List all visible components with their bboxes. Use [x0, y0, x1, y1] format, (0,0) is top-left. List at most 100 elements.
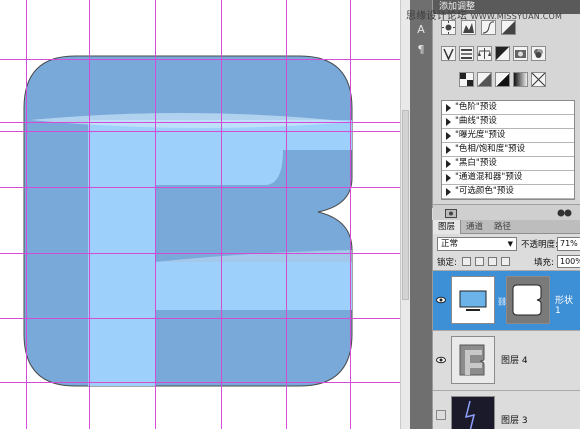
guide-horizontal[interactable]: [0, 253, 400, 254]
black-white-icon[interactable]: [495, 46, 510, 61]
expand-triangle-icon[interactable]: [446, 160, 451, 168]
brightness-icon[interactable]: [441, 20, 456, 35]
layer-thumbnail[interactable]: [451, 276, 495, 324]
lock-label: 锁定:: [437, 258, 457, 268]
expand-triangle-icon[interactable]: [446, 146, 451, 154]
selective-color-icon[interactable]: [531, 72, 546, 87]
shape-outer: [23, 55, 353, 387]
layer-name: 图层 3: [501, 416, 528, 426]
curves-icon[interactable]: [481, 20, 496, 35]
invert-icon[interactable]: [459, 72, 474, 87]
artwork: [23, 55, 353, 387]
layer-thumbnail[interactable]: [451, 396, 495, 429]
guide-vertical[interactable]: [89, 0, 90, 429]
panel-dock: A ¶: [410, 0, 432, 429]
lock-transparent-icon[interactable]: [462, 257, 471, 266]
adjustment-icons-row-1: [433, 20, 580, 38]
tab-channels[interactable]: 通道: [461, 220, 488, 234]
expand-triangle-icon[interactable]: [446, 104, 451, 112]
preset-selective-color[interactable]: "可选颜色"预设: [442, 185, 574, 199]
layer-row-shape-1[interactable]: ⛓ 形状 1: [433, 270, 580, 330]
guide-vertical[interactable]: [350, 0, 351, 429]
expand-triangle-icon[interactable]: [446, 118, 451, 126]
exposure-icon[interactable]: [501, 20, 516, 35]
preset-label: "可选颜色"预设: [455, 186, 514, 196]
guide-horizontal[interactable]: [0, 318, 400, 319]
guide-horizontal[interactable]: [0, 131, 400, 132]
adjustment-icons-row-3: [433, 72, 580, 90]
guide-vertical[interactable]: [221, 0, 222, 429]
channel-mixer-icon[interactable]: [531, 46, 546, 61]
canvas-scrollbar[interactable]: [400, 0, 410, 429]
visibility-eye-icon[interactable]: [436, 355, 446, 365]
vibrance-icon[interactable]: [441, 46, 456, 61]
preset-exposure[interactable]: "曝光度"预设: [442, 129, 574, 143]
preset-hue-saturation[interactable]: "色相/饱和度"预设: [442, 143, 574, 157]
preset-label: "通道混和器"预设: [455, 172, 523, 182]
preset-label: "黑白"预设: [455, 158, 497, 168]
lock-position-icon[interactable]: [488, 257, 497, 266]
preset-channel-mixer[interactable]: "通道混和器"预设: [442, 171, 574, 185]
gradient-map-icon[interactable]: [513, 72, 528, 87]
preset-black-white[interactable]: "黑白"预设: [442, 157, 574, 171]
right-panels: A ¶ 添加调整 "色阶"预设 "曲线"预设 "曝光度"预设 "色相/饱和度"预…: [410, 0, 580, 429]
fill-label: 填充:: [534, 258, 554, 268]
document-canvas[interactable]: [0, 0, 400, 429]
threshold-icon[interactable]: [495, 72, 510, 87]
guide-vertical[interactable]: [155, 0, 156, 429]
guide-vertical[interactable]: [286, 0, 287, 429]
layer-row-layer-4[interactable]: 图层 4: [433, 330, 580, 390]
clip-icon[interactable]: [557, 207, 573, 218]
mask-icon[interactable]: [445, 207, 457, 218]
expand-triangle-icon[interactable]: [446, 174, 451, 182]
tab-paths[interactable]: 路径: [489, 220, 516, 234]
visibility-eye-icon[interactable]: [436, 295, 446, 305]
scrollbar-thumb[interactable]: [402, 110, 409, 300]
vector-mask-thumbnail[interactable]: [506, 276, 550, 324]
preset-curves[interactable]: "曲线"预设: [442, 115, 574, 129]
chevron-down-icon: ▼: [507, 240, 513, 248]
adjustments-footer: [433, 204, 580, 220]
watermark-text: 思缘设计论坛: [406, 11, 468, 22]
expand-triangle-icon[interactable]: [446, 188, 451, 196]
adjustment-icons-row-2: [433, 46, 580, 64]
preset-label: "色阶"预设: [455, 102, 497, 112]
layers-panel: 图层 通道 路径 正常 ▼ 不透明度: 71% 锁定: 填充: 100%: [432, 220, 580, 429]
color-balance-icon[interactable]: [477, 46, 492, 61]
expand-triangle-icon[interactable]: [446, 132, 451, 140]
watermark: 思缘设计论坛 WWW.MISSYUAN.COM: [406, 7, 562, 22]
guide-horizontal[interactable]: [0, 59, 400, 60]
watermark-url: WWW.MISSYUAN.COM: [470, 12, 563, 21]
preset-levels[interactable]: "色阶"预设: [442, 101, 574, 115]
preset-label: "色相/饱和度"预设: [455, 144, 526, 154]
tab-layers[interactable]: 图层: [433, 220, 462, 234]
photo-filter-icon[interactable]: [513, 46, 528, 61]
guide-horizontal[interactable]: [0, 382, 400, 383]
opacity-label: 不透明度:: [521, 240, 558, 250]
guide-vertical[interactable]: [26, 0, 27, 429]
posterize-icon[interactable]: [477, 72, 492, 87]
fill-input[interactable]: 100%: [557, 255, 580, 268]
layer-thumbnail[interactable]: [451, 336, 495, 384]
blend-row: 正常 ▼ 不透明度: 71%: [437, 236, 580, 252]
layer-name: 图层 4: [501, 356, 528, 366]
layer-name: 形状 1: [555, 296, 574, 316]
preset-label: "曝光度"预设: [455, 130, 506, 140]
hue-saturation-icon[interactable]: [459, 46, 474, 61]
layers-tabs: 图层 通道 路径: [433, 220, 580, 234]
layer-row-layer-3[interactable]: 图层 3: [433, 390, 580, 429]
opacity-input[interactable]: 71%: [557, 237, 580, 251]
visibility-toggle-empty[interactable]: [436, 410, 446, 420]
adjustments-panel: 添加调整 "色阶"预设 "曲线"预设 "曝光度"预设 "色相/饱和度"预设 "黑…: [432, 0, 580, 220]
blend-mode-select[interactable]: 正常 ▼: [437, 237, 517, 251]
levels-icon[interactable]: [461, 20, 476, 35]
guide-horizontal[interactable]: [0, 122, 400, 123]
guide-horizontal[interactable]: [0, 187, 400, 188]
preset-label: "曲线"预设: [455, 116, 497, 126]
blend-mode-value: 正常: [441, 239, 459, 249]
lock-image-icon[interactable]: [475, 257, 484, 266]
lock-row: 锁定: 填充: 100%: [437, 255, 580, 269]
character-panel-icon[interactable]: A: [413, 22, 429, 38]
lock-all-icon[interactable]: [501, 257, 510, 266]
paragraph-panel-icon[interactable]: ¶: [413, 42, 429, 58]
